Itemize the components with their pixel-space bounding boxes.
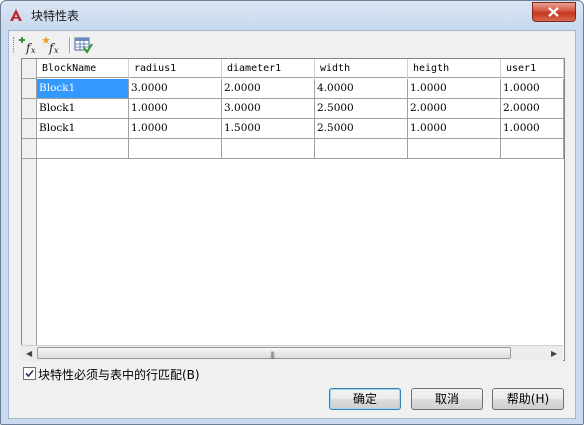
column-header-heigth[interactable]: heigth [408,59,501,78]
corner-header[interactable] [22,59,37,79]
column-header-user1[interactable]: user1 [501,59,564,78]
dialog-body: f x f x BlockName radius1 diameter1 widt… [8,30,576,419]
table-cell-new[interactable] [315,139,408,159]
table-cell[interactable]: Block1 [37,119,129,139]
table-cell-new[interactable] [408,139,501,159]
horizontal-scrollbar[interactable]: ◀ ||| ▶ [21,345,563,361]
title-bar[interactable]: 块特性表 [1,1,583,29]
match-rows-label[interactable]: 块特性必须与表中的行匹配(B) [38,366,200,383]
checkmark-icon [25,369,34,378]
toolbar-separator [69,37,71,53]
scrollbar-thumb[interactable]: ||| [37,347,511,359]
close-button[interactable] [532,2,576,22]
add-user-parameter-icon: f x [42,36,59,55]
row-header[interactable] [22,79,37,99]
table-cell[interactable]: Block1 [37,79,129,99]
table-cell[interactable]: 2.0000 [408,99,501,119]
scroll-left-icon[interactable]: ◀ [26,349,32,358]
table-cell-new[interactable] [222,139,315,159]
table-cell[interactable]: 2.5000 [315,99,408,119]
column-header-diameter1[interactable]: diameter1 [222,59,315,78]
table-cell[interactable]: 1.0000 [129,119,222,139]
svg-text:x: x [31,46,36,55]
row-header[interactable] [22,139,37,159]
help-button[interactable]: 帮助(H) [492,388,564,410]
table-cell[interactable]: 2.5000 [315,119,408,139]
autocad-logo-icon [10,9,22,21]
table-cell[interactable]: 1.5000 [222,119,315,139]
add-parameter-icon: f x [19,37,36,55]
table-cell-new[interactable] [129,139,222,159]
grip-icon: ||| [270,351,275,359]
audit-table-icon [74,37,93,54]
block-table-grid[interactable]: BlockName radius1 diameter1 width heigth… [21,58,565,361]
ok-button[interactable]: 确定 [329,388,401,410]
window-title: 块特性表 [31,9,80,23]
match-rows-checkbox[interactable] [23,367,36,380]
table-cell[interactable]: Block1 [37,99,129,119]
table-cell[interactable]: 1.0000 [501,119,564,139]
row-header[interactable] [22,99,37,119]
table-cell[interactable]: 2.0000 [222,79,315,99]
table-cell[interactable]: 2.0000 [501,99,564,119]
table-cell-new[interactable] [501,139,564,159]
column-header-radius1[interactable]: radius1 [129,59,222,78]
add-parameter-button[interactable]: f x [19,35,41,55]
toolbar-grip[interactable] [13,37,16,53]
add-user-parameter-button[interactable]: f x [42,35,64,55]
table-cell[interactable]: 1.0000 [129,99,222,119]
block-properties-table-dialog: 块特性表 f x f x BlockName radius1 diameter1… [0,0,584,425]
table-cell[interactable]: 1.0000 [408,79,501,99]
table-cell-new[interactable] [37,139,129,159]
column-header-width[interactable]: width [315,59,408,78]
table-cell[interactable]: 1.0000 [408,119,501,139]
table-cell[interactable]: 3.0000 [222,99,315,119]
row-header-empty [22,159,37,359]
table-cell[interactable]: 1.0000 [501,79,564,99]
cancel-button[interactable]: 取消 [411,388,483,410]
scroll-right-icon[interactable]: ▶ [551,349,557,358]
table-cell[interactable]: 3.0000 [129,79,222,99]
column-header-blockname[interactable]: BlockName [37,59,129,78]
audit-table-button[interactable] [73,35,95,55]
close-icon [548,7,559,17]
toolbar: f x f x [11,33,571,57]
table-cell[interactable]: 4.0000 [315,79,408,99]
row-header[interactable] [22,119,37,139]
svg-text:x: x [54,46,59,55]
